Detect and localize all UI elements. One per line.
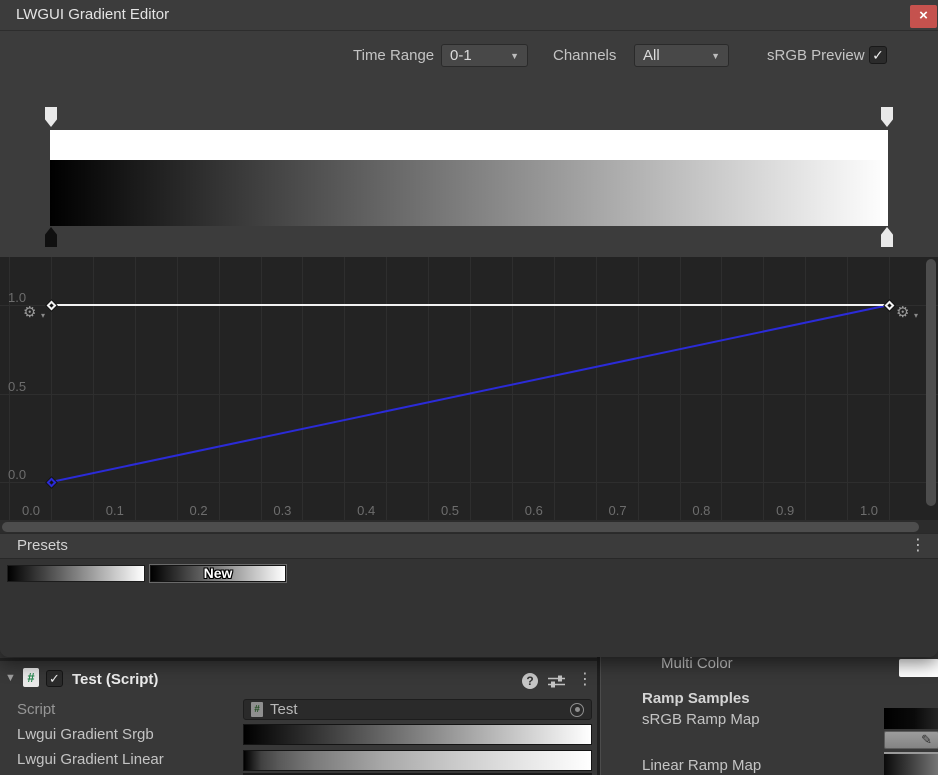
component-menu-kebab-icon[interactable]: ⋮ <box>577 672 593 688</box>
x-axis-tick-label: 0.0 <box>14 503 48 518</box>
gradient-linear-label: Lwgui Gradient Linear <box>17 751 164 768</box>
channels-dropdown[interactable]: All ▼ <box>634 44 729 67</box>
gradient-linear-swatch[interactable] <box>243 750 592 771</box>
presets-title: Presets <box>17 537 68 554</box>
gear-caret-icon: ▾ <box>41 307 45 325</box>
x-axis-tick-label: 0.9 <box>768 503 802 518</box>
srgb-ramp-thumbnail[interactable] <box>884 708 938 729</box>
linear-ramp-map-label: Linear Ramp Map <box>642 757 761 774</box>
pencil-icon: ✎ <box>921 732 932 747</box>
alpha-preview-band[interactable] <box>50 130 888 160</box>
window-title: LWGUI Gradient Editor <box>16 6 169 23</box>
x-axis-tick-label: 0.3 <box>265 503 299 518</box>
channels-label: Channels <box>553 47 616 64</box>
script-field-icon: # <box>251 702 263 717</box>
preset-swatch-gradient: New <box>151 566 285 581</box>
x-axis-tick-label: 0.4 <box>349 503 383 518</box>
color-key-marker-left[interactable] <box>45 227 57 247</box>
horizontal-scrollbar-thumb[interactable] <box>2 522 919 532</box>
presets-body: New <box>0 559 938 657</box>
curve-key-rgb[interactable] <box>46 477 56 487</box>
chevron-down-icon: ▼ <box>711 52 720 61</box>
presets-header-bar: Presets ⋮ <box>0 533 938 559</box>
srgb-preview-label: sRGB Preview <box>767 47 865 64</box>
horizontal-scrollbar-track[interactable] <box>0 520 938 533</box>
curve-options-gear-right[interactable]: ⚙▾ <box>896 304 916 322</box>
alpha-key-marker-right[interactable] <box>881 107 893 127</box>
vertical-scrollbar-thumb[interactable] <box>926 259 936 506</box>
y-axis-tick-label: 1.0 <box>8 290 36 305</box>
foldout-arrow-icon[interactable]: ▼ <box>5 672 16 684</box>
multi-color-label: Multi Color <box>661 655 733 672</box>
time-range-label: Time Range <box>353 47 434 64</box>
script-field-value: Test <box>270 701 298 718</box>
component-enabled-checkbox[interactable]: ✓ <box>46 670 63 687</box>
title-bar[interactable]: LWGUI Gradient Editor × <box>0 0 938 31</box>
channels-value: All <box>643 47 660 64</box>
y-axis-tick-label: 0.5 <box>8 379 36 394</box>
chevron-down-icon: ▼ <box>510 52 519 61</box>
csharp-script-icon: # <box>23 668 39 687</box>
x-axis-tick-label: 1.0 <box>852 503 886 518</box>
curve-line-alpha[interactable] <box>51 304 889 306</box>
grid-hline <box>0 482 938 483</box>
multi-color-swatch[interactable] <box>899 659 938 677</box>
edit-ramp-button[interactable]: ✎ <box>884 731 938 749</box>
gear-caret-icon: ▾ <box>914 307 918 325</box>
script-row-label: Script <box>17 701 55 718</box>
linear-ramp-thumbnail[interactable] <box>884 752 938 775</box>
x-axis-tick-label: 0.6 <box>517 503 551 518</box>
help-icon[interactable]: ? <box>522 673 538 689</box>
alpha-key-marker-left[interactable] <box>45 107 57 127</box>
close-button[interactable]: × <box>910 5 937 28</box>
preset-swatch[interactable] <box>7 565 145 582</box>
gradient-preview-ramp[interactable] <box>50 160 888 226</box>
pane-top-divider <box>0 658 597 661</box>
srgb-ramp-map-label: sRGB Ramp Map <box>642 711 760 728</box>
preset-name-label: New <box>151 566 285 581</box>
component-title: Test (Script) <box>72 671 158 688</box>
gradient-srgb-label: Lwgui Gradient Srgb <box>17 726 154 743</box>
app-root: ▼ # ✓ Test (Script) ? ⋮ Script # Test Lw… <box>0 0 938 775</box>
curve-key-alpha[interactable] <box>884 300 894 310</box>
curve-options-gear-left[interactable]: ⚙▾ <box>23 304 43 322</box>
x-axis-tick-label: 0.5 <box>433 503 467 518</box>
ramp-samples-header: Ramp Samples <box>642 690 750 707</box>
x-axis-tick-label: 0.2 <box>182 503 216 518</box>
time-range-dropdown[interactable]: 0-1 ▼ <box>441 44 528 67</box>
curve-editor-canvas[interactable]: 1.0 0.5 0.0 0.0 0.1 0.2 0.3 0.4 0.5 0.6 0.7 0.8 0.9 1… <box>0 257 938 533</box>
presets-menu-kebab-icon[interactable]: ⋮ <box>910 538 926 554</box>
time-range-value: 0-1 <box>450 47 472 64</box>
gradient-srgb-swatch[interactable] <box>243 724 592 745</box>
x-axis-tick-label: 0.7 <box>601 503 635 518</box>
x-axis-tick-label: 0.8 <box>684 503 718 518</box>
color-key-marker-right[interactable] <box>881 227 893 247</box>
presets-icon[interactable] <box>548 675 565 688</box>
y-axis-tick-label: 0.0 <box>8 467 36 482</box>
gradient-editor-window: LWGUI Gradient Editor × Time Range 0-1 ▼… <box>0 0 938 657</box>
curve-key-alpha[interactable] <box>46 300 56 310</box>
preset-swatch-new[interactable]: New <box>149 564 287 583</box>
object-picker-icon[interactable] <box>570 703 584 717</box>
x-axis-tick-label: 0.1 <box>98 503 132 518</box>
srgb-preview-checkbox[interactable]: ✓ <box>869 46 887 64</box>
script-object-field[interactable]: # Test <box>243 699 592 720</box>
